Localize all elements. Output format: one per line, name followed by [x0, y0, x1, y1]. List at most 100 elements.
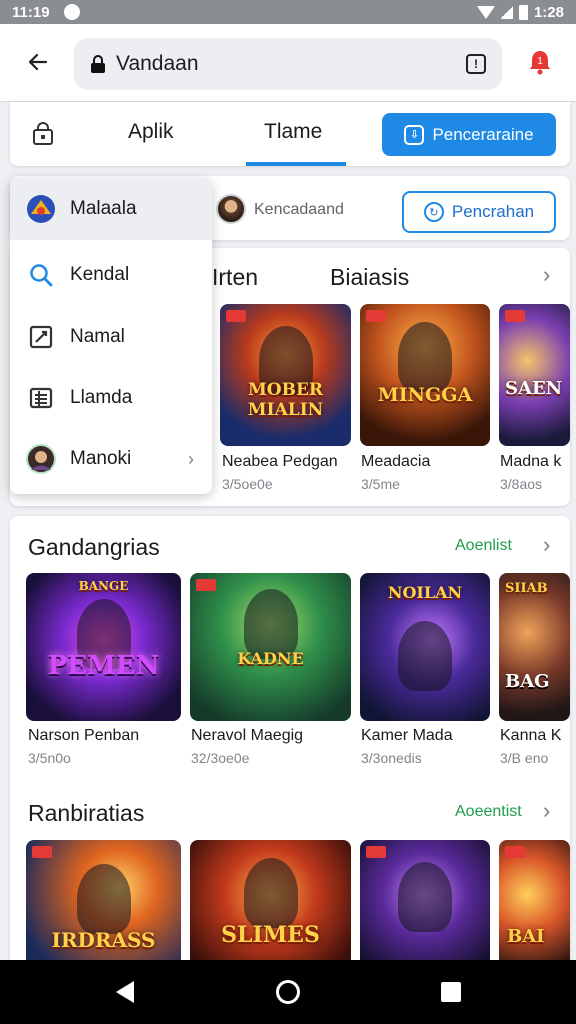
game-tile[interactable] — [360, 840, 490, 976]
menu-item-label: Malaala — [70, 198, 137, 219]
chevron-right-icon[interactable]: › — [543, 262, 550, 288]
game-art — [398, 322, 452, 392]
game-badge — [226, 310, 246, 322]
game-tile[interactable]: SIIAB BAG — [499, 573, 570, 721]
game-logo: MINGGA — [377, 384, 473, 406]
status-time: 11:19 — [12, 3, 50, 21]
game-meta: 3/8aos — [500, 476, 543, 492]
outline-action-button[interactable]: ↻ Pencrahan — [402, 191, 556, 233]
game-meta: 3/5me — [361, 476, 400, 492]
section-title-biaiasis[interactable]: Biaiasis — [330, 264, 409, 291]
game-art — [398, 862, 452, 932]
menu-item-malaala[interactable]: Malaala — [10, 178, 212, 240]
battery-icon — [518, 4, 528, 20]
back-button[interactable] — [22, 46, 54, 78]
section-title: Ranbiratias — [28, 800, 145, 826]
list-icon — [26, 383, 56, 413]
game-tile[interactable]: NOILAN — [360, 573, 490, 721]
address-bar[interactable]: Vandaan ! — [74, 38, 502, 90]
primary-action-button[interactable]: ⇩ Penceraraine — [382, 113, 556, 156]
section-see-all-link[interactable]: Aoenlist — [455, 537, 512, 555]
download-box-icon: ⇩ — [404, 124, 425, 145]
search-icon — [26, 260, 56, 290]
game-title[interactable]: Neravol Maegig — [191, 727, 303, 745]
game-art — [76, 864, 131, 934]
primary-action-label: Penceraraine — [432, 124, 534, 144]
game-tile[interactable]: MINGGA — [360, 304, 490, 446]
section-title: Gandangrias — [28, 534, 160, 560]
shopping-bag-icon[interactable] — [32, 122, 54, 146]
game-title[interactable]: Meadacia — [361, 453, 430, 471]
game-logo: SLIMES — [221, 922, 320, 948]
game-badge — [505, 310, 525, 322]
notification-bell-icon[interactable]: 1 — [526, 48, 554, 76]
outline-action-label: Pencrahan — [451, 202, 535, 221]
lock-icon — [91, 55, 105, 73]
game-title[interactable]: Narson Penban — [28, 727, 139, 745]
game-title[interactable]: Kamer Mada — [361, 727, 453, 745]
menu-item-label: Manoki — [70, 448, 132, 469]
tab-tlame[interactable]: Tlame — [264, 120, 322, 144]
game-tile[interactable]: SLIMES — [190, 840, 351, 976]
tab-aplik[interactable]: Aplik — [128, 120, 174, 144]
menu-item-namal[interactable]: Namal — [10, 306, 212, 368]
menu-item-kendal[interactable]: Kendal — [10, 244, 212, 306]
game-title[interactable]: Madna k — [500, 453, 561, 471]
game-tile[interactable]: KADNE — [190, 573, 351, 721]
game-logo: MOBER MIALIN — [247, 380, 324, 420]
game-top-logo: BANGE — [78, 579, 129, 593]
tab-switcher-icon[interactable]: ! — [466, 54, 486, 74]
section-title-irten: Irten — [212, 264, 259, 290]
game-title[interactable]: Neabea Pedgan — [222, 453, 338, 471]
game-meta: 3/5n0o — [28, 750, 71, 766]
dropdown-menu: Malaala Kendal Namal Llamda Manoki › — [10, 178, 212, 494]
nav-back-icon[interactable] — [116, 981, 134, 1003]
game-badge — [505, 846, 525, 858]
game-art — [243, 858, 298, 928]
game-badge — [32, 846, 52, 858]
nav-recents-icon[interactable] — [441, 982, 461, 1002]
game-tile[interactable]: IRDRASS — [26, 840, 181, 976]
address-text: Vandaan — [116, 52, 199, 75]
game-meta: 3/3onedis — [361, 750, 422, 766]
game-tile[interactable]: BANGE PEMEN — [26, 573, 181, 721]
status-clock: 1:28 — [533, 3, 564, 21]
section-see-all-link[interactable]: Aoeentist — [455, 803, 522, 821]
game-logo: BAI — [507, 926, 545, 947]
nav-home-icon[interactable] — [276, 980, 300, 1004]
menu-item-label: Namal — [70, 326, 125, 347]
menu-item-llamda[interactable]: Llamda — [10, 367, 212, 429]
app-header: Vandaan ! 1 — [0, 24, 576, 102]
game-logo: SAEN — [505, 378, 563, 399]
game-tile[interactable]: SAEN — [499, 304, 570, 446]
chevron-right-icon: › — [188, 448, 194, 469]
game-top-logo: SIIAB — [505, 581, 548, 596]
game-title[interactable]: Kanna K — [500, 727, 561, 745]
game-logo: PEMEN — [47, 651, 160, 681]
game-meta: 3/5oe0e — [222, 476, 273, 492]
notification-count: 1 — [537, 56, 543, 67]
chevron-right-icon[interactable]: › — [543, 798, 550, 824]
game-tile[interactable]: BAI — [499, 840, 570, 976]
game-meta: 32/3oe0e — [191, 750, 250, 766]
menu-item-manoki[interactable]: Manoki › — [10, 428, 212, 490]
system-nav-bar — [0, 960, 576, 1024]
active-tab-indicator — [246, 162, 346, 166]
game-logo: NOILAN — [387, 583, 463, 602]
status-bar: 11:19 1:28 — [0, 0, 576, 24]
game-tile[interactable]: MOBER MIALIN — [220, 304, 351, 446]
signal-icon — [500, 5, 513, 19]
game-logo: IRDRASS — [51, 928, 156, 952]
arrow-left-icon — [28, 53, 48, 71]
game-badge — [366, 846, 386, 858]
chevron-right-icon[interactable]: › — [543, 532, 550, 558]
wifi-icon — [476, 5, 495, 19]
avatar[interactable] — [216, 194, 246, 224]
game-badge — [366, 310, 386, 322]
edit-box-icon — [26, 322, 56, 352]
section-gandangrias: Gandangrias Aoenlist › BANGE PEMEN KADNE… — [10, 516, 570, 976]
status-notification-icon — [63, 4, 80, 20]
menu-item-label: Kendal — [70, 264, 130, 285]
tab-row: Aplik Tlame ⇩ Penceraraine — [10, 102, 570, 166]
avatar-icon — [26, 444, 56, 474]
